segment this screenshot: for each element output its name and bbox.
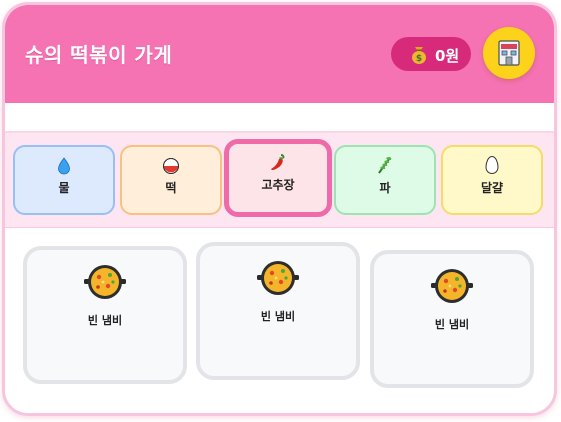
pot-label: 빈 냄비 [87, 314, 123, 327]
pot-label: 빈 냄비 [260, 310, 296, 323]
pot-area: 빈 냄비 빈 냄비 빈 냄비 [5, 228, 554, 413]
paella-pan-icon [431, 269, 473, 303]
chili-pepper-icon [271, 154, 285, 170]
water-drop-icon [58, 157, 70, 175]
coin-amount: 0원 [435, 47, 460, 65]
game-frame: 슈의 떡볶이 가게 $ 0원 물 떡 고추장 파 달걀 빈 냄비 빈 냄비 빈 … [2, 2, 557, 416]
ingredient-gochujang[interactable]: 고추장 [224, 139, 332, 217]
ingredient-label: 고추장 [261, 178, 295, 192]
shop-icon [498, 40, 520, 66]
ingredient-green-onion[interactable]: 파 [334, 145, 436, 215]
paella-pan-icon [257, 261, 299, 295]
ingredient-label: 물 [58, 181, 70, 195]
pot-slot-3[interactable]: 빈 냄비 [370, 250, 534, 388]
ingredient-rice-cake[interactable]: 떡 [120, 145, 222, 215]
paella-pan-icon [84, 265, 126, 299]
ingredient-egg[interactable]: 달걀 [441, 145, 543, 215]
green-onion-icon [378, 156, 392, 174]
rice-cake-icon [163, 158, 179, 174]
ingredient-label: 파 [379, 181, 391, 195]
spacer [5, 103, 554, 131]
ingredient-tray: 물 떡 고추장 파 달걀 [5, 131, 554, 230]
pot-label: 빈 냄비 [434, 318, 470, 331]
coin-badge: $ 0원 [391, 37, 471, 71]
store-title: 슈의 떡볶이 가게 [25, 43, 173, 67]
pot-slot-2[interactable]: 빈 냄비 [196, 242, 360, 380]
pot-slot-1[interactable]: 빈 냄비 [23, 246, 187, 384]
ingredient-label: 달걀 [480, 181, 504, 195]
svg-text:$: $ [416, 54, 422, 64]
store-header: 슈의 떡볶이 가게 $ 0원 [5, 5, 554, 103]
money-bag-icon: $ [412, 47, 426, 64]
egg-icon [485, 155, 499, 175]
ingredient-water[interactable]: 물 [13, 145, 115, 215]
ingredient-label: 떡 [165, 181, 177, 195]
shop-button[interactable] [483, 27, 535, 79]
